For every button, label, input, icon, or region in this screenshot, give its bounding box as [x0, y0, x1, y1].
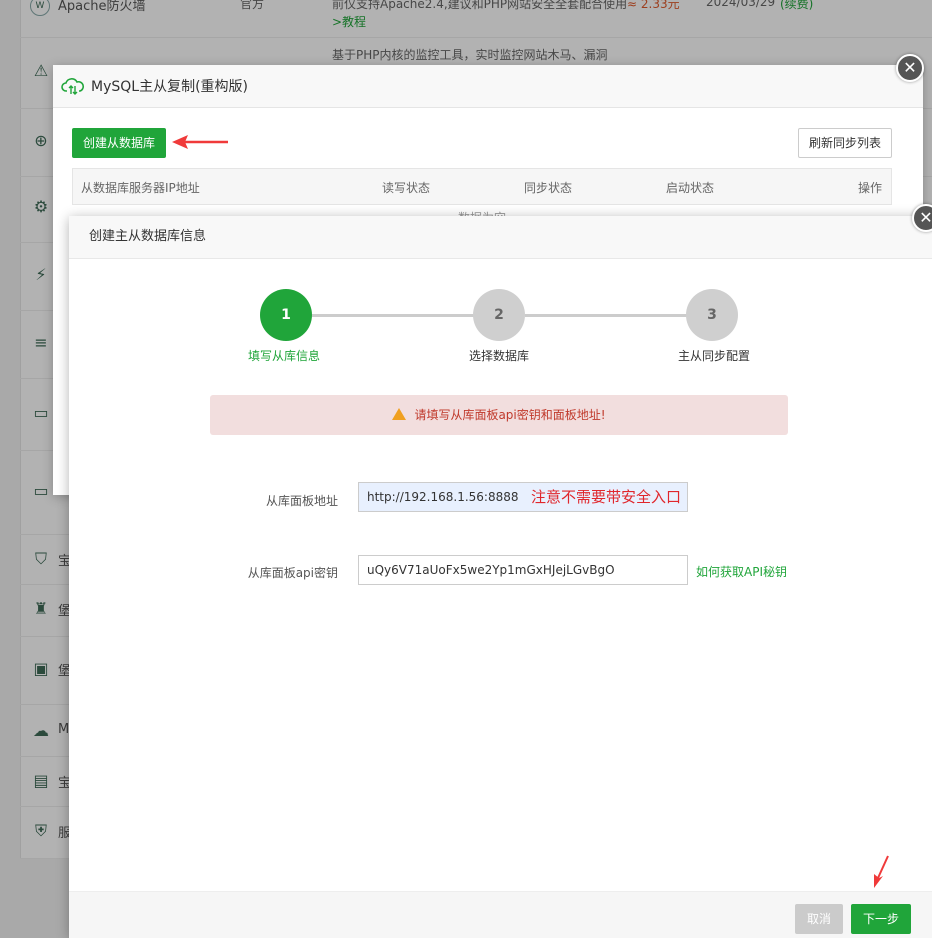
cloud-sync-icon	[61, 78, 84, 95]
close-icon[interactable]: ✕	[912, 204, 932, 232]
step-1-circle: 1	[260, 289, 312, 341]
annotation-note: 注意不需要带安全入口	[531, 488, 682, 506]
panel-address-label: 从库面板地址	[265, 494, 338, 508]
step-3-label: 主从同步配置	[677, 349, 750, 363]
step-2-circle: 2	[473, 289, 525, 341]
close-icon[interactable]: ✕	[896, 54, 924, 82]
modal-footer: 取消 下一步	[69, 891, 932, 938]
step-3-circle: 3	[686, 289, 738, 341]
api-help-link[interactable]: 如何获取API秘钥	[696, 563, 787, 580]
column-header: 从数据库服务器IP地址	[81, 181, 200, 195]
column-header: 操作	[858, 181, 883, 195]
column-header: 读写状态	[382, 181, 431, 195]
create-master-slave-modal: 创建主从数据库信息 1 2 3 填写从库信息 选择数据库 主从同步配置 请填写从…	[69, 216, 932, 938]
refresh-sync-list-button[interactable]: 刷新同步列表	[798, 128, 892, 158]
modal-title: MySQL主从复制(重构版)	[91, 79, 248, 95]
api-key-input[interactable]: uQy6V71aUoFx5we2Yp1mGxHJejLGvBgO	[358, 555, 688, 585]
alert-text: 请填写从库面板api密钥和面板地址!	[414, 408, 606, 422]
create-slave-db-button[interactable]: 创建从数据库	[72, 128, 166, 158]
step-connector	[525, 314, 687, 317]
api-key-label: 从库面板api密钥	[247, 566, 338, 580]
cancel-button[interactable]: 取消	[795, 904, 843, 934]
step-connector	[312, 314, 474, 317]
annotation-arrow-icon	[172, 135, 228, 149]
modal-header: MySQL主从复制(重构版)	[53, 65, 923, 108]
modal-title: 创建主从数据库信息	[69, 216, 932, 259]
column-header: 启动状态	[666, 181, 715, 195]
warning-alert: 请填写从库面板api密钥和面板地址!	[210, 395, 788, 435]
column-header: 同步状态	[524, 181, 573, 195]
warning-icon	[392, 408, 407, 420]
step-2-label: 选择数据库	[468, 349, 529, 363]
step-1-label: 填写从库信息	[247, 349, 320, 363]
table-header: 从数据库服务器IP地址 读写状态 同步状态 启动状态 操作	[72, 168, 892, 205]
annotation-arrow-icon	[874, 855, 889, 888]
next-step-button[interactable]: 下一步	[851, 904, 911, 934]
